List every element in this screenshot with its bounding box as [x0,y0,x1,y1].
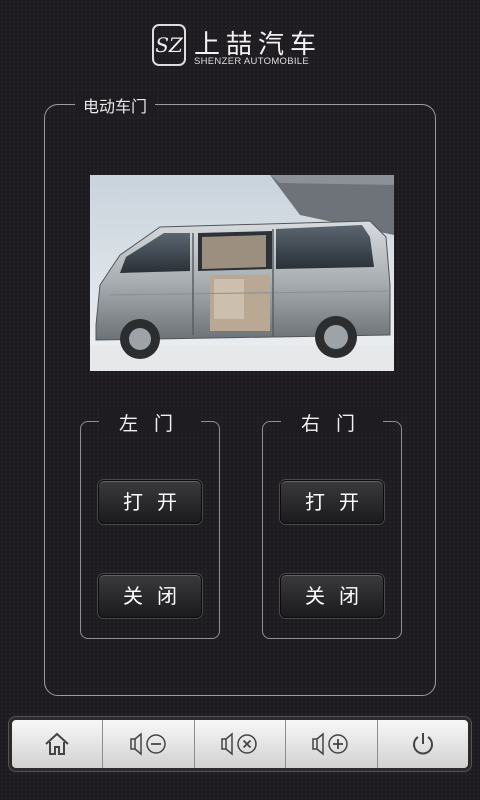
brand-logo: SZ 上喆汽车 SHENZER AUTOMOBILE [150,22,340,72]
volume-down-icon [129,732,166,756]
brand-name-en: SHENZER AUTOMOBILE [194,56,310,67]
home-button[interactable] [12,720,104,768]
right-door-title: 右门 [280,409,384,436]
home-icon [45,732,69,755]
left-door-title: 左门 [98,409,202,436]
right-door-panel: 右门 打开 关闭 [262,409,402,639]
volume-up-button[interactable] [286,720,378,768]
bottom-toolbar [12,720,468,768]
right-door-close-button[interactable]: 关闭 [280,574,384,618]
volume-up-icon [312,732,349,756]
power-icon [412,733,433,755]
power-button[interactable] [378,720,468,768]
left-door-close-button[interactable]: 关闭 [98,574,202,618]
volume-mute-button[interactable] [195,720,287,768]
volume-mute-icon [221,732,257,756]
left-door-panel: 左门 打开 关闭 [80,409,220,639]
panel-title: 电动车门 [75,93,156,117]
power-door-panel: 电动车门 左门 打开 关闭 右门 打开 关闭 [44,93,436,696]
right-door-open-button[interactable]: 打开 [280,480,384,524]
brand-mark: SZ [152,24,186,66]
volume-down-button[interactable] [103,720,195,768]
van-image [90,175,394,371]
left-door-open-button[interactable]: 打开 [98,480,202,524]
